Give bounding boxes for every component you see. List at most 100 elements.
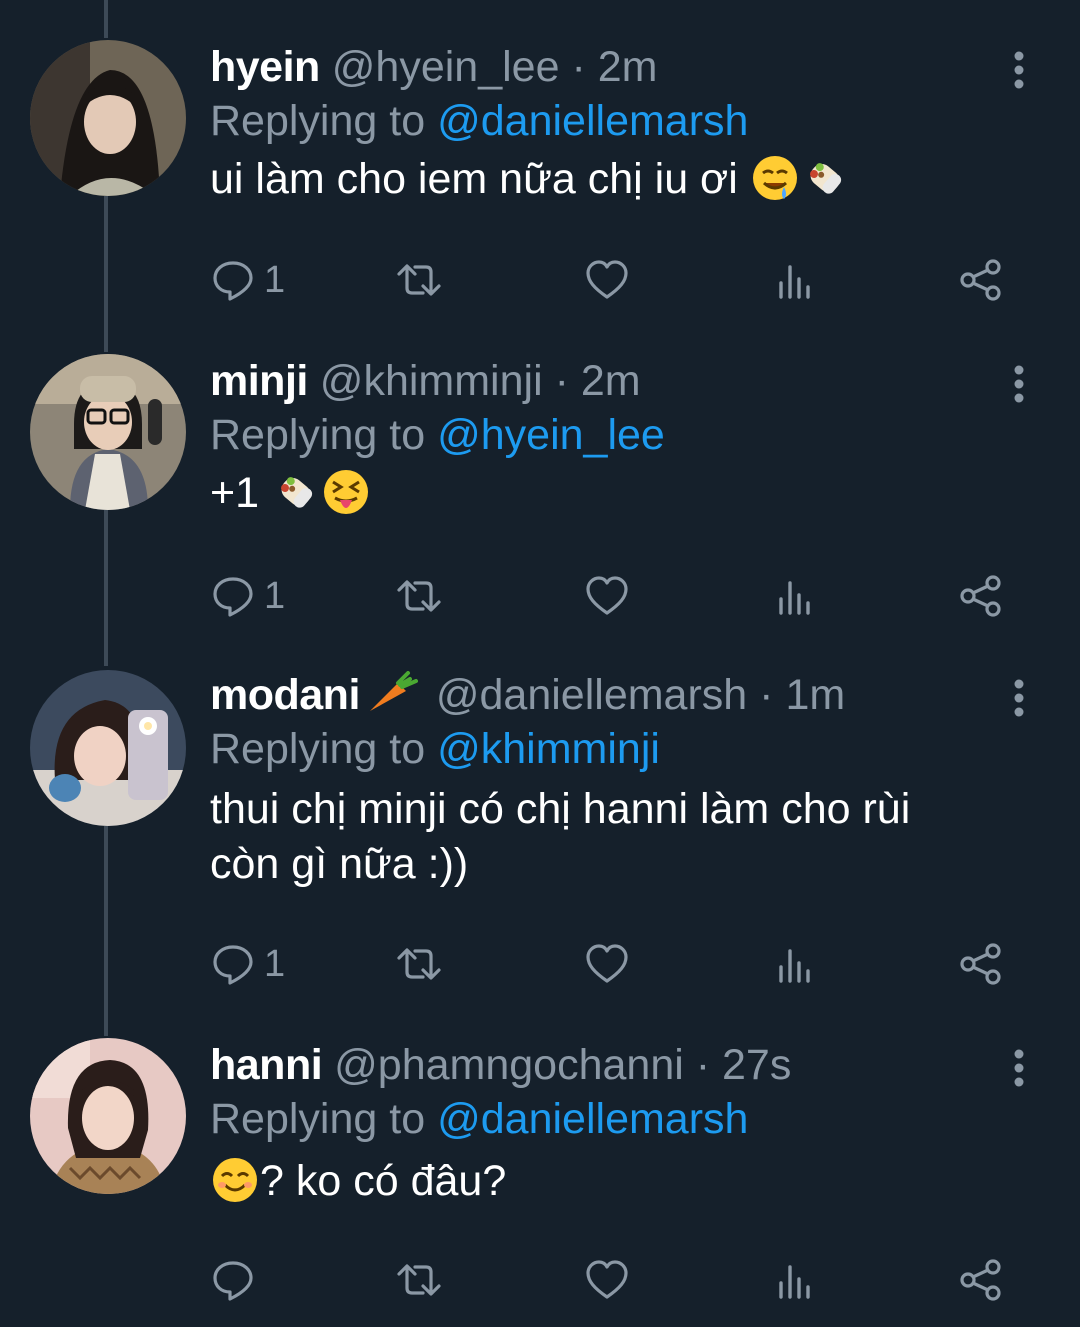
handle[interactable]: @phamngochanni: [334, 1041, 684, 1089]
tweet-actions: 1: [210, 252, 1030, 308]
reply-button[interactable]: 1: [210, 252, 285, 308]
like-icon: [586, 576, 628, 615]
more-icon[interactable]: [1004, 360, 1034, 408]
views-button[interactable]: [772, 252, 818, 308]
retweet-icon: [397, 264, 441, 296]
handle[interactable]: @hyein_lee: [332, 43, 560, 91]
more-icon[interactable]: [1004, 674, 1034, 722]
mention-link[interactable]: @daniellemarsh: [437, 1095, 748, 1143]
like-icon: [586, 944, 628, 983]
tweet-header: hyein @hyein_lee · 2m: [210, 40, 1000, 94]
share-button[interactable]: [958, 936, 1004, 992]
like-button[interactable]: [584, 252, 630, 308]
timestamp[interactable]: · 2m: [571, 43, 657, 91]
tweet-text: thui chị minji có chị hanni làm cho rùi …: [210, 782, 1000, 892]
mention-link[interactable]: @khimminji: [437, 725, 660, 773]
replying-label: Replying to: [210, 1095, 426, 1143]
tweet-actions: 1: [210, 936, 1030, 992]
replying-to: Replying to @daniellemarsh: [210, 94, 1000, 148]
retweet-button[interactable]: [396, 936, 442, 992]
tweet[interactable]: modani @daniellemarsh · 1m Replying to @…: [0, 668, 1080, 1012]
like-button[interactable]: [584, 568, 630, 624]
tweet-text: +1: [210, 466, 1000, 521]
like-button[interactable]: [584, 1252, 630, 1308]
views-button[interactable]: [772, 936, 818, 992]
display-name[interactable]: minji: [210, 357, 308, 405]
timestamp[interactable]: · 1m: [759, 671, 845, 719]
reply-button[interactable]: [210, 1252, 264, 1308]
squinting-tongue-face-emoji: [321, 467, 371, 517]
tweet-header: modani @daniellemarsh · 1m: [210, 668, 1000, 722]
views-icon: [779, 265, 810, 299]
display-name[interactable]: hanni: [210, 1041, 323, 1089]
burrito-emoji: [800, 153, 850, 203]
burrito-emoji: [271, 467, 321, 517]
views-button[interactable]: [772, 568, 818, 624]
more-icon[interactable]: [1004, 46, 1034, 94]
reply-button[interactable]: 1: [210, 936, 285, 992]
replying-label: Replying to: [210, 725, 426, 773]
thread-line: [104, 0, 108, 38]
smiling-face-emoji: [210, 1155, 260, 1205]
tweet[interactable]: hyein @hyein_lee · 2m Replying to @danie…: [0, 40, 1080, 330]
replying-label: Replying to: [210, 411, 426, 459]
mention-link[interactable]: @hyein_lee: [437, 411, 665, 459]
share-icon: [960, 1259, 1001, 1301]
tweet[interactable]: minji @khimminji · 2m Replying to @hyein…: [0, 354, 1080, 644]
views-icon: [779, 949, 810, 983]
tweet-text-content: ui làm cho iem nữa chị iu ơi: [210, 155, 738, 203]
handle[interactable]: @khimminji: [320, 357, 543, 405]
handle[interactable]: @daniellemarsh: [436, 671, 747, 719]
tweet-text-content: ? ko có đâu?: [260, 1157, 507, 1205]
share-button[interactable]: [958, 568, 1004, 624]
share-icon: [960, 575, 1001, 617]
replying-to: Replying to @daniellemarsh: [210, 1092, 1000, 1146]
retweet-icon: [397, 1264, 441, 1296]
timestamp[interactable]: · 2m: [555, 357, 641, 405]
tweet-header: minji @khimminji · 2m: [210, 354, 1000, 408]
replying-to: Replying to @hyein_lee: [210, 408, 1000, 462]
like-icon: [586, 1260, 628, 1299]
carrot-emoji: [364, 671, 418, 715]
tweet-text: ui làm cho iem nữa chị iu ơi: [210, 152, 1000, 207]
views-button[interactable]: [772, 1252, 818, 1308]
avatar[interactable]: [30, 1038, 186, 1194]
reply-count: 1: [264, 258, 286, 301]
reply-count: 1: [264, 942, 286, 985]
reply-button[interactable]: 1: [210, 568, 285, 624]
like-icon: [586, 260, 628, 299]
retweet-icon: [397, 948, 441, 980]
replying-label: Replying to: [210, 97, 426, 145]
retweet-icon: [397, 580, 441, 612]
mention-link[interactable]: @daniellemarsh: [437, 97, 748, 145]
retweet-button[interactable]: [396, 568, 442, 624]
reply-icon: [213, 261, 253, 301]
drooling-face-emoji: [750, 153, 800, 203]
tweet-text-line: thui chị minji có chị hanni làm cho rùi: [210, 785, 911, 833]
reply-count: 1: [264, 574, 286, 617]
display-name[interactable]: modani: [210, 671, 360, 719]
views-icon: [779, 1265, 810, 1299]
share-button[interactable]: [958, 252, 1004, 308]
avatar[interactable]: [30, 40, 186, 196]
retweet-button[interactable]: [396, 252, 442, 308]
share-button[interactable]: [958, 1252, 1004, 1308]
avatar[interactable]: [30, 670, 186, 826]
tweet[interactable]: hanni @phamngochanni · 27s Replying to @…: [0, 1038, 1080, 1327]
timestamp[interactable]: · 27s: [696, 1041, 792, 1089]
tweet-text: ? ko có đâu?: [210, 1154, 1000, 1209]
retweet-button[interactable]: [396, 1252, 442, 1308]
tweet-actions: [210, 1252, 1030, 1308]
tweet-text-line: còn gì nữa :)): [210, 840, 469, 888]
reply-icon: [213, 945, 253, 985]
share-icon: [960, 943, 1001, 985]
like-button[interactable]: [584, 936, 630, 992]
replying-to: Replying to @khimminji: [210, 722, 1000, 776]
tweet-actions: 1: [210, 568, 1030, 624]
reply-icon: [213, 577, 253, 617]
display-name[interactable]: hyein: [210, 43, 320, 91]
views-icon: [779, 581, 810, 615]
more-icon[interactable]: [1004, 1044, 1034, 1092]
avatar[interactable]: [30, 354, 186, 510]
tweet-header: hanni @phamngochanni · 27s: [210, 1038, 1000, 1092]
